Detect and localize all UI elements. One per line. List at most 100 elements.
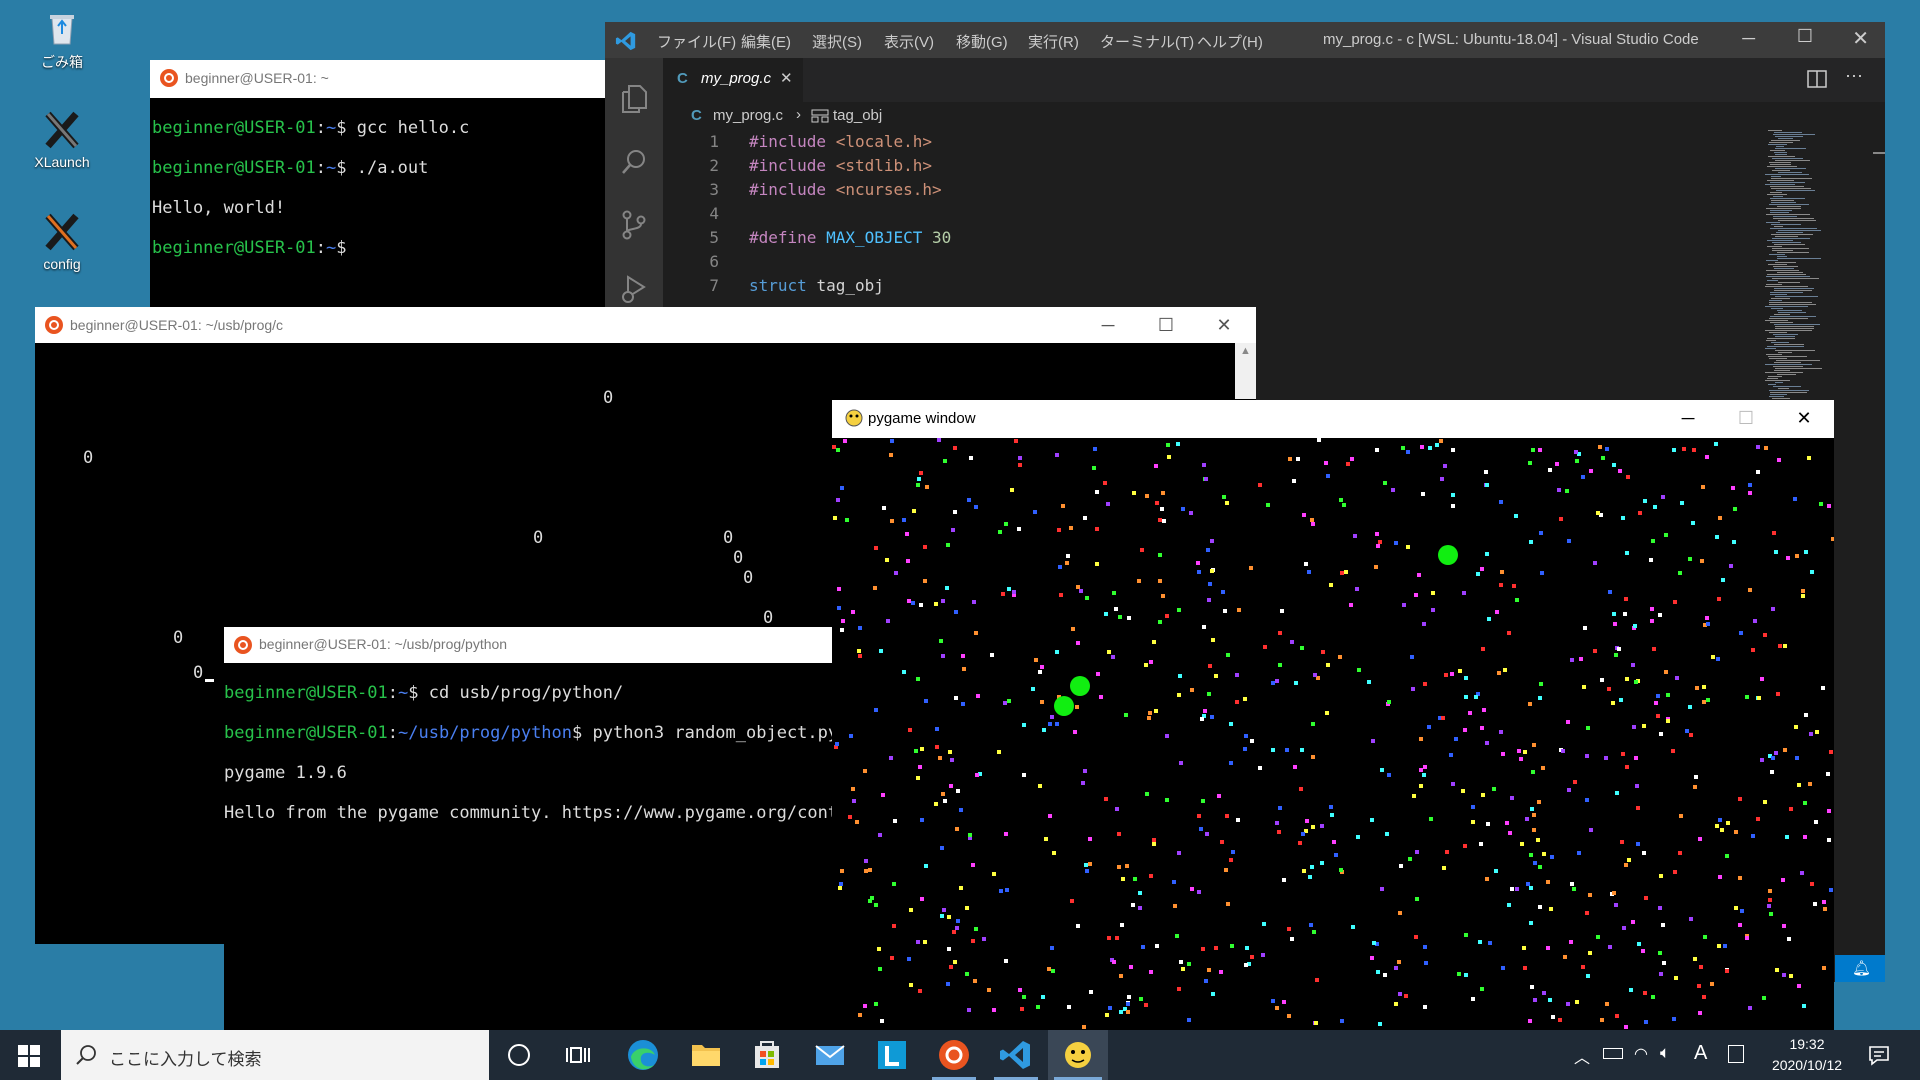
particle xyxy=(1326,663,1330,667)
cortana-icon[interactable] xyxy=(508,1044,530,1066)
terminal-output[interactable]: beginner@USER-01:~$ cd usb/prog/python/ … xyxy=(224,663,836,1030)
edge-taskbar-icon[interactable] xyxy=(617,1035,669,1075)
menu-selection[interactable]: 選択(S) xyxy=(812,31,862,52)
particle xyxy=(1600,678,1604,682)
volume-icon[interactable]: 🔈︎ xyxy=(1660,1043,1670,1063)
particle xyxy=(1651,539,1655,543)
scroll-up-icon[interactable]: ▲ xyxy=(1240,345,1251,357)
particle xyxy=(1458,669,1462,673)
close-tab-icon[interactable]: ✕ xyxy=(780,69,793,87)
input-mode-icon[interactable] xyxy=(1728,1045,1744,1063)
particle xyxy=(1661,923,1665,927)
particle xyxy=(955,926,959,930)
split-editor-icon[interactable] xyxy=(1807,70,1827,93)
pygame-canvas[interactable] xyxy=(832,438,1834,1030)
breadcrumb-symbol[interactable]: tag_obj xyxy=(833,107,882,124)
particle xyxy=(1702,685,1706,689)
more-actions-icon[interactable]: ⋯ xyxy=(1845,66,1863,87)
scrollbar[interactable]: ▲ xyxy=(1235,343,1256,399)
title-bar[interactable]: pygame window ─ ☐ ✕ xyxy=(832,400,1834,438)
desktop-icon-recycle-bin[interactable]: ごみ箱 xyxy=(22,8,102,72)
menu-terminal[interactable]: ターミナル(T) xyxy=(1100,31,1194,52)
windows-start-icon[interactable] xyxy=(18,1045,40,1072)
source-control-icon[interactable] xyxy=(620,210,648,245)
particle xyxy=(1596,511,1600,515)
wifi-icon[interactable]: ◠ xyxy=(1634,1044,1648,1064)
particle xyxy=(1471,997,1475,1001)
menu-edit[interactable]: 編集(E) xyxy=(741,31,791,52)
minimize-button[interactable]: ─ xyxy=(1079,307,1137,343)
particle xyxy=(1541,766,1545,770)
file-explorer-icon[interactable] xyxy=(680,1035,732,1075)
minimap[interactable] xyxy=(1761,130,1841,430)
particle xyxy=(1132,491,1136,495)
menu-go[interactable]: 移動(G) xyxy=(956,31,1008,52)
menu-help[interactable]: ヘルプ(H) xyxy=(1197,31,1263,52)
task-view-icon[interactable] xyxy=(566,1043,592,1072)
particle xyxy=(1763,633,1767,637)
launcher-l-icon[interactable] xyxy=(866,1035,918,1075)
particle xyxy=(1474,695,1478,699)
particle xyxy=(1725,854,1729,858)
terminal-output[interactable]: beginner@USER-01:~$ gcc hello.c beginner… xyxy=(150,98,610,320)
particle xyxy=(1536,838,1540,842)
search-icon[interactable] xyxy=(620,148,648,181)
run-debug-icon[interactable] xyxy=(620,274,648,309)
terminal-home-window[interactable]: beginner@USER-01: ~ beginner@USER-01:~$ … xyxy=(150,60,610,320)
desktop-icon-xlaunch[interactable]: XLaunch xyxy=(22,110,102,170)
particle xyxy=(1249,566,1253,570)
particle xyxy=(1585,911,1589,915)
particle xyxy=(1235,673,1239,677)
explorer-icon[interactable] xyxy=(620,84,648,119)
action-center-icon[interactable] xyxy=(1868,1044,1890,1071)
menu-view[interactable]: 表示(V) xyxy=(884,31,934,52)
particle xyxy=(1702,995,1706,999)
statusbar-notifications[interactable]: 🔔︎ xyxy=(1835,955,1885,982)
terminal-line: beginner@USER-01:~$ ./a.out xyxy=(152,158,429,178)
menu-run[interactable]: 実行(R) xyxy=(1028,31,1079,52)
scrollbar-thumb[interactable] xyxy=(1873,152,1885,154)
ime-indicator[interactable]: A xyxy=(1694,1042,1707,1065)
maximize-button[interactable]: ☐ xyxy=(1797,26,1813,47)
minimize-button[interactable]: ─ xyxy=(1742,28,1755,49)
pygame-window[interactable]: pygame window ─ ☐ ✕ xyxy=(832,400,1834,1030)
tab-my-prog-c[interactable]: C my_prog.c ✕ xyxy=(663,58,803,102)
close-button[interactable]: ✕ xyxy=(1195,307,1253,343)
clock[interactable]: 19:32 2020/10/12 xyxy=(1762,1034,1852,1076)
battery-icon[interactable] xyxy=(1603,1048,1623,1059)
store-icon[interactable] xyxy=(741,1035,793,1075)
title-bar[interactable]: beginner@USER-01: ~ xyxy=(150,60,610,98)
breadcrumb-file[interactable]: my_prog.c xyxy=(713,107,783,124)
search-box[interactable]: ここに入力して検索 xyxy=(61,1030,489,1080)
particle xyxy=(1321,650,1325,654)
particle xyxy=(1004,522,1008,526)
particle xyxy=(1679,814,1683,818)
ubuntu-taskbar-icon[interactable] xyxy=(928,1035,980,1080)
menu-file[interactable]: ファイル(F) xyxy=(657,31,736,52)
pygame-taskbar-icon[interactable] xyxy=(1048,1030,1108,1080)
particle xyxy=(1658,951,1662,955)
particle xyxy=(889,756,893,760)
particle xyxy=(1275,679,1279,683)
close-button[interactable]: ✕ xyxy=(1775,400,1833,436)
title-bar[interactable]: beginner@USER-01: ~/usb/prog/c ─ ☐ ✕ xyxy=(35,307,1256,343)
minimize-button[interactable]: ─ xyxy=(1659,400,1717,436)
show-hidden-icons-icon[interactable]: ︿ xyxy=(1574,1044,1590,1068)
particle xyxy=(890,956,894,960)
particle xyxy=(1701,485,1705,489)
mail-icon[interactable] xyxy=(804,1035,856,1075)
particle xyxy=(1574,450,1578,454)
particle xyxy=(1229,761,1233,765)
vscode-taskbar-icon[interactable] xyxy=(990,1035,1042,1080)
particle xyxy=(1510,887,1514,891)
particle xyxy=(1626,475,1630,479)
desktop-icon-config[interactable]: config xyxy=(22,212,102,272)
maximize-button[interactable]: ☐ xyxy=(1137,307,1195,343)
particle xyxy=(1309,923,1313,927)
title-bar[interactable]: beginner@USER-01: ~/usb/prog/python xyxy=(224,627,836,663)
close-button[interactable]: ✕ xyxy=(1852,26,1869,51)
particle xyxy=(912,509,916,513)
particle xyxy=(1829,750,1833,754)
terminal-python-window[interactable]: beginner@USER-01: ~/usb/prog/python begi… xyxy=(224,627,836,1030)
particle xyxy=(1406,450,1410,454)
